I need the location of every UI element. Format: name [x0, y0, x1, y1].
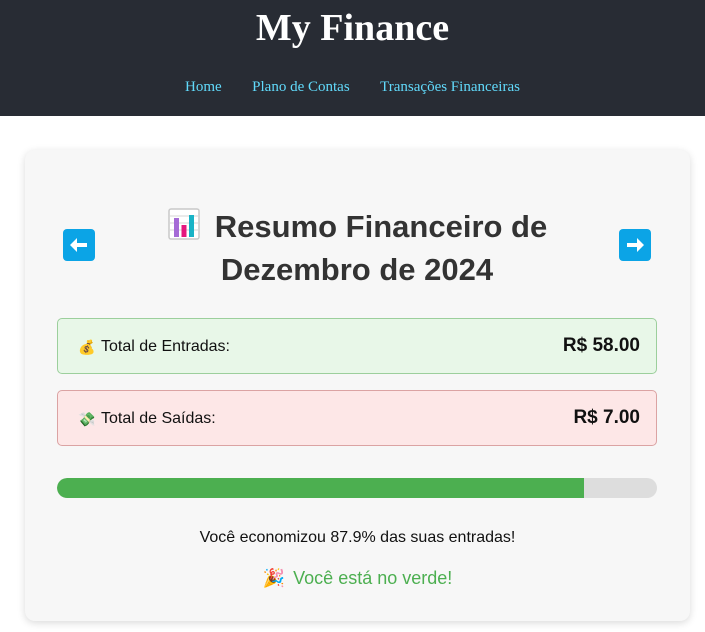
money-bag-icon: 💰: [78, 339, 96, 355]
total-expenses-label: Total de Saídas:: [101, 410, 216, 427]
savings-progress-fill: [57, 478, 585, 498]
app-title: My Finance: [255, 7, 450, 49]
total-income-value: R$ 58.00: [562, 335, 640, 356]
total-expenses-value: R$ 7.00: [573, 407, 640, 428]
app-header: My Finance Home Plano de Contas Transaçõ…: [0, 0, 705, 116]
party-popper-icon: 🎉: [262, 568, 286, 588]
money-wings-icon: 💸: [78, 411, 96, 427]
bar-chart-icon: [167, 207, 201, 250]
right-arrow-icon: [627, 238, 644, 252]
nav-link-home[interactable]: Home: [185, 78, 222, 96]
savings-message: Você economizou 87.9% das suas entradas!: [199, 529, 516, 546]
total-expenses-box: 💸 Total de Saídas: R$ 7.00: [57, 390, 657, 446]
status-text: Você está no verde!: [293, 568, 453, 588]
previous-month-button[interactable]: [63, 229, 95, 261]
main-nav: Home Plano de Contas Transações Financei…: [0, 78, 705, 96]
summary-title-line1: Resumo Financeiro de: [214, 209, 548, 244]
nav-link-plano-de-contas[interactable]: Plano de Contas: [252, 78, 350, 96]
total-income-label: Total de Entradas:: [101, 338, 230, 355]
summary-title: Resumo Financeiro de Dezembro de 2024: [145, 207, 569, 289]
nav-link-transacoes-financeiras[interactable]: Transações Financeiras: [380, 78, 520, 96]
summary-title-line2: Dezembro de 2024: [220, 252, 494, 287]
summary-card: Resumo Financeiro de Dezembro de 2024 💰 …: [25, 150, 690, 621]
left-arrow-icon: [70, 238, 87, 252]
next-month-button[interactable]: [619, 229, 651, 261]
total-income-box: 💰 Total de Entradas: R$ 58.00: [57, 318, 657, 374]
savings-progress-bar: [57, 478, 657, 498]
status-message: 🎉 Você está no verde!: [25, 567, 690, 589]
